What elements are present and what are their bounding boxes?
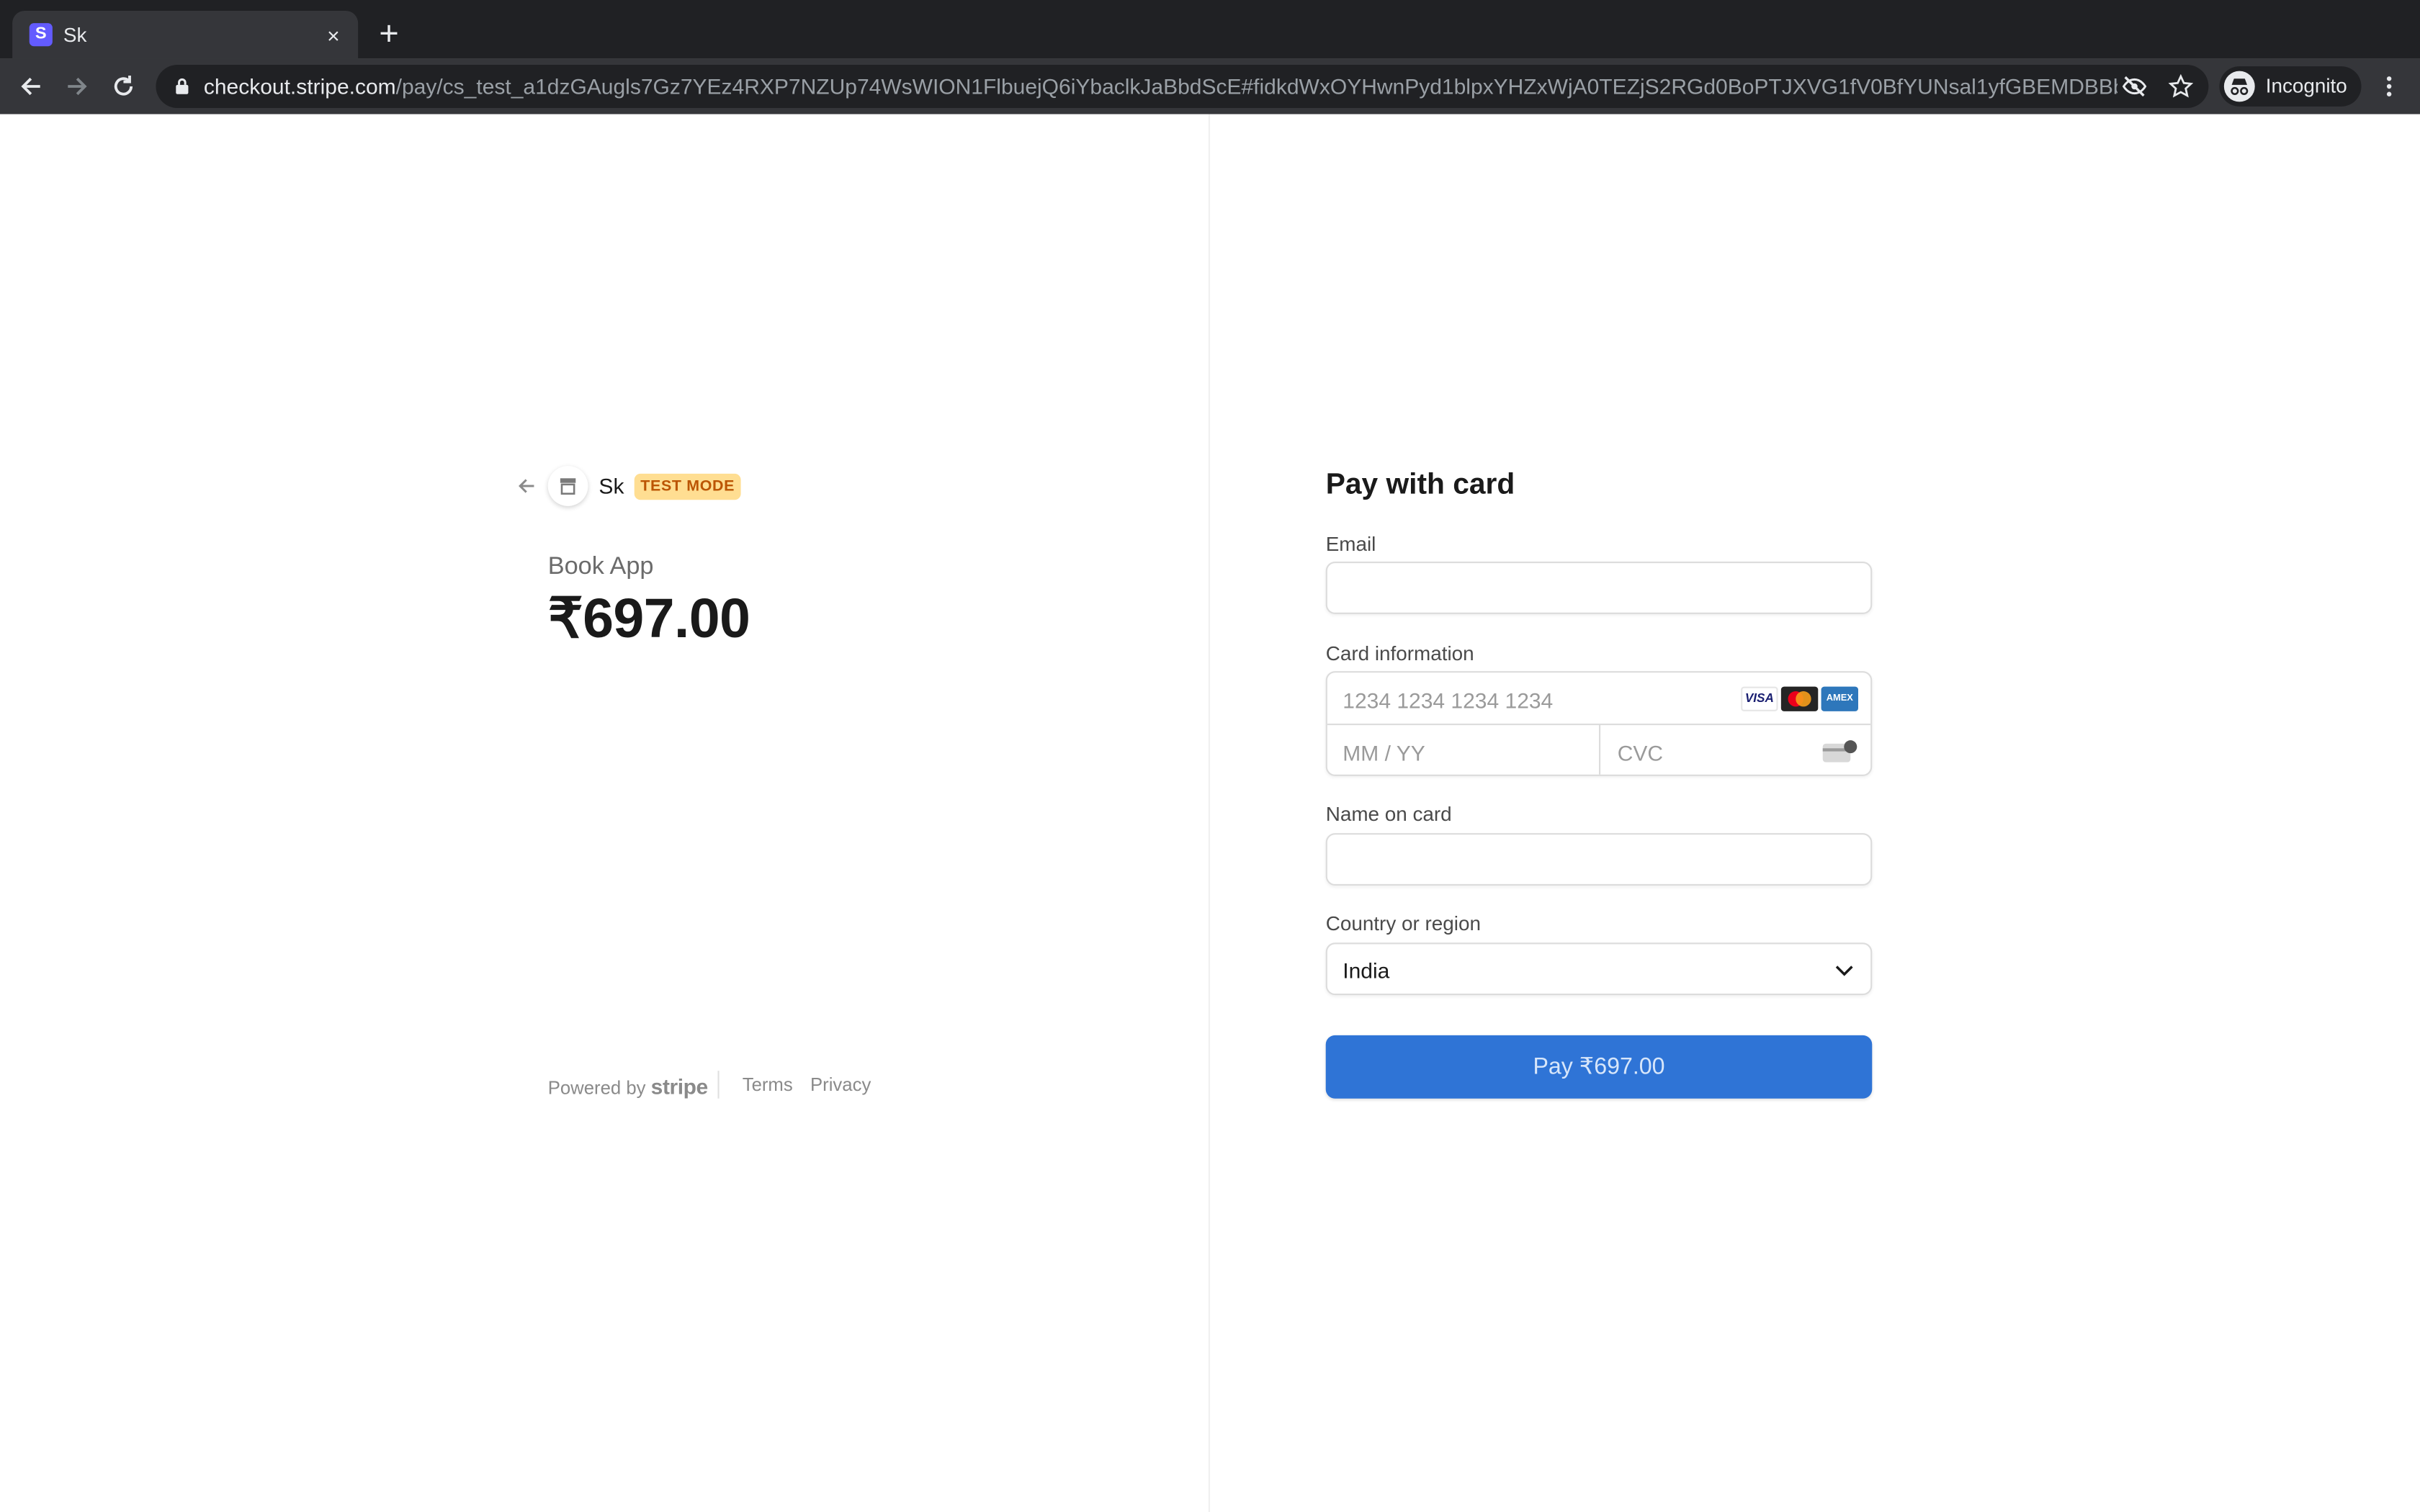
profile-label: Incognito	[2265, 73, 2347, 97]
url-host: checkout.stripe.com	[203, 73, 396, 99]
card-information-group: 1234 1234 1234 1234 VISA AMEX MM / YY CV…	[1325, 671, 1873, 776]
cvc-card-icon	[1822, 740, 1857, 762]
eye-off-icon[interactable]	[2120, 73, 2148, 101]
bookmark-star-icon[interactable]	[2167, 73, 2195, 101]
mastercard-icon	[1780, 686, 1819, 711]
stripe-favicon-icon: S	[29, 23, 53, 47]
close-tab-icon[interactable]: ×	[321, 23, 346, 48]
browser-tab[interactable]: S Sk ×	[12, 11, 359, 59]
new-tab-button[interactable]: +	[374, 16, 405, 50]
address-bar[interactable]: checkout.stripe.com/pay/cs_test_a1dzGAug…	[156, 65, 2209, 108]
visa-icon: VISA	[1741, 686, 1778, 711]
back-link[interactable]	[514, 474, 539, 498]
card-information-label: Card information	[1325, 642, 1474, 665]
name-on-card-field[interactable]	[1325, 833, 1873, 886]
reload-button[interactable]	[105, 68, 142, 104]
email-label: Email	[1325, 532, 1376, 556]
url-path: /pay/cs_test_a1dzGAugls7Gz7YEz4RXP7NZUp7…	[395, 73, 2118, 99]
amex-icon: AMEX	[1821, 686, 1858, 711]
reload-icon	[114, 75, 133, 96]
total-price: ₹697.00	[547, 586, 750, 650]
expiry-input[interactable]: MM / YY	[1343, 741, 1425, 765]
email-field[interactable]	[1325, 562, 1873, 614]
country-select-value: India	[1343, 958, 1390, 983]
url-text: checkout.stripe.com/pay/cs_test_a1dzGAug…	[204, 74, 2118, 99]
terms-link[interactable]: Terms	[743, 1074, 793, 1095]
merchant-name: Sk	[599, 473, 624, 499]
country-label: Country or region	[1325, 912, 1481, 935]
arrow-right-icon	[68, 77, 87, 96]
stripe-logo: stripe	[650, 1074, 709, 1099]
footer-divider	[717, 1071, 720, 1099]
card-number-input[interactable]: 1234 1234 1234 1234	[1343, 688, 1553, 713]
chevron-down-icon	[1834, 960, 1855, 981]
arrow-left-icon	[519, 479, 534, 493]
pay-button[interactable]: Pay ₹697.00	[1325, 1035, 1873, 1099]
incognito-icon	[2223, 71, 2255, 102]
country-select[interactable]: India	[1325, 942, 1873, 996]
cvc-input[interactable]: CVC	[1618, 741, 1663, 765]
powered-by-stripe-link[interactable]: Powered by stripe	[547, 1074, 709, 1099]
name-on-card-label: Name on card	[1325, 802, 1452, 826]
arrow-left-icon	[21, 77, 40, 96]
browser-menu-button[interactable]	[2374, 68, 2405, 104]
back-button[interactable]	[12, 68, 49, 104]
tab-bar: S Sk × +	[0, 0, 2420, 59]
browser-toolbar: checkout.stripe.com/pay/cs_test_a1dzGAug…	[0, 58, 2420, 114]
order-summary-panel	[0, 114, 1209, 1512]
merchant-store-icon	[547, 466, 588, 506]
incognito-profile-button[interactable]: Incognito	[2219, 66, 2362, 107]
product-name: Book App	[547, 554, 654, 580]
privacy-link[interactable]: Privacy	[810, 1074, 871, 1095]
lock-icon	[176, 78, 189, 94]
test-mode-badge: TEST MODE	[634, 473, 741, 500]
card-column-divider	[1599, 723, 1601, 775]
form-title: Pay with card	[1325, 469, 1515, 502]
more-vertical-icon	[2386, 76, 2392, 96]
tab-title: Sk	[63, 23, 87, 47]
forward-button[interactable]	[58, 68, 95, 104]
powered-by-text: Powered by	[547, 1076, 646, 1099]
